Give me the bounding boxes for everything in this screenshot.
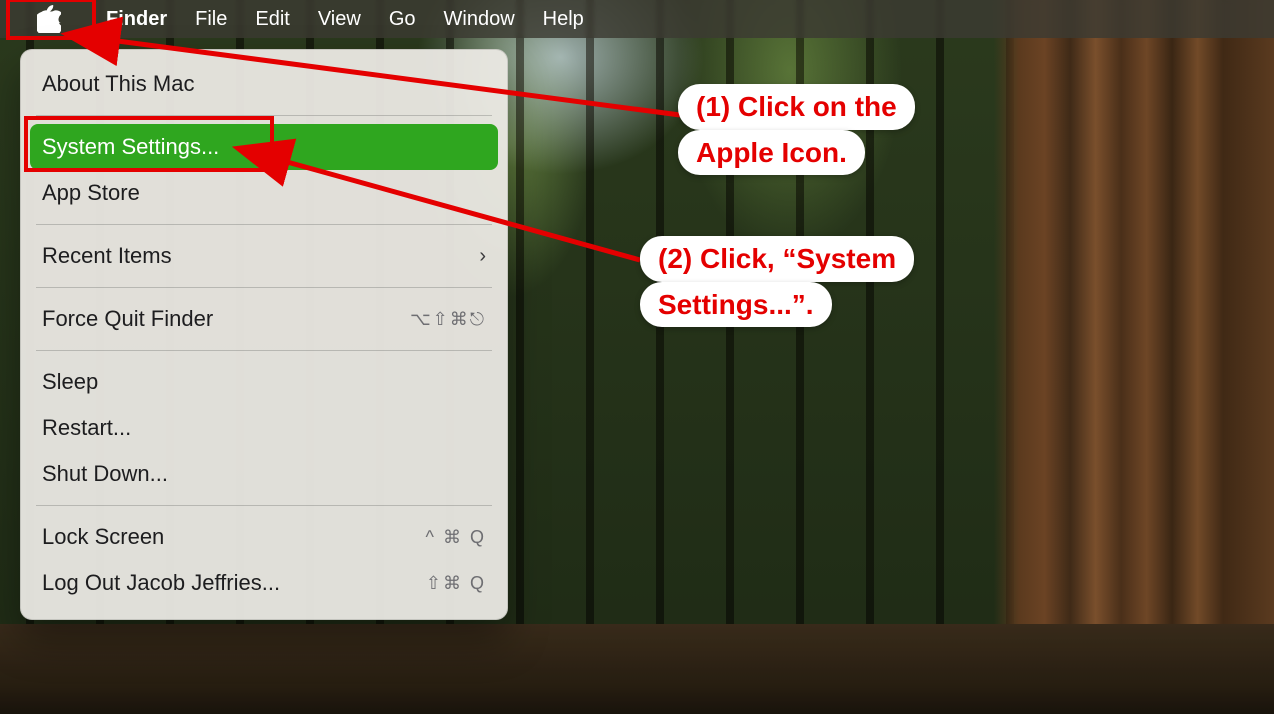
menu-item-sleep[interactable]: Sleep xyxy=(20,359,508,405)
menu-item-lock-screen[interactable]: Lock Screen ^ ⌘ Q xyxy=(20,514,508,560)
menu-item-label: Restart... xyxy=(42,415,131,441)
menu-item-label: Log Out Jacob Jeffries... xyxy=(42,570,280,596)
menu-item-shortcut: ^ ⌘ Q xyxy=(426,527,486,548)
menubar-app-name[interactable]: Finder xyxy=(92,0,181,38)
menubar-item-window[interactable]: Window xyxy=(430,0,529,38)
menu-item-shortcut: ⇧⌘ Q xyxy=(426,573,486,594)
menubar: Finder File Edit View Go Window Help xyxy=(0,0,1274,38)
menu-item-app-store[interactable]: App Store xyxy=(20,170,508,216)
chevron-right-icon: › xyxy=(479,245,486,268)
menu-item-label: System Settings... xyxy=(42,134,219,160)
menubar-item-edit[interactable]: Edit xyxy=(241,0,303,38)
menu-item-label: Lock Screen xyxy=(42,524,164,550)
annotation-callout-2: (2) Click, “System Settings...”. xyxy=(640,236,914,327)
menubar-item-help[interactable]: Help xyxy=(529,0,598,38)
menu-item-recent-items[interactable]: Recent Items › xyxy=(20,233,508,279)
menu-item-restart[interactable]: Restart... xyxy=(20,405,508,451)
menu-item-about-this-mac[interactable]: About This Mac xyxy=(20,61,508,107)
menubar-item-view[interactable]: View xyxy=(304,0,375,38)
apple-menu-button[interactable] xyxy=(6,0,92,38)
menu-item-force-quit[interactable]: Force Quit Finder ⌥⇧⌘⎋ xyxy=(20,296,508,342)
desktop-wallpaper-floor xyxy=(0,624,1274,714)
annotation-text: (1) Click on the xyxy=(678,84,915,130)
menu-item-label: Sleep xyxy=(42,369,98,395)
menubar-item-file[interactable]: File xyxy=(181,0,241,38)
menu-separator xyxy=(36,115,492,116)
menu-separator xyxy=(36,505,492,506)
apple-menu: About This Mac System Settings... App St… xyxy=(20,49,508,620)
apple-icon xyxy=(37,5,61,33)
annotation-callout-1: (1) Click on the Apple Icon. xyxy=(678,84,915,175)
menu-item-label: App Store xyxy=(42,180,140,206)
menu-separator xyxy=(36,224,492,225)
annotation-text: (2) Click, “System xyxy=(640,236,914,282)
annotation-text: Apple Icon. xyxy=(678,130,865,176)
menu-item-label: Recent Items xyxy=(42,243,172,269)
menu-separator xyxy=(36,350,492,351)
menu-item-shortcut: ⌥⇧⌘⎋ xyxy=(410,309,486,330)
menu-separator xyxy=(36,287,492,288)
menu-item-system-settings[interactable]: System Settings... xyxy=(30,124,498,170)
menu-item-label: Force Quit Finder xyxy=(42,306,213,332)
menubar-item-go[interactable]: Go xyxy=(375,0,430,38)
menu-item-log-out[interactable]: Log Out Jacob Jeffries... ⇧⌘ Q xyxy=(20,560,508,606)
menu-item-shut-down[interactable]: Shut Down... xyxy=(20,451,508,497)
menu-item-label: About This Mac xyxy=(42,71,194,97)
annotation-text: Settings...”. xyxy=(640,282,832,328)
menu-item-label: Shut Down... xyxy=(42,461,168,487)
